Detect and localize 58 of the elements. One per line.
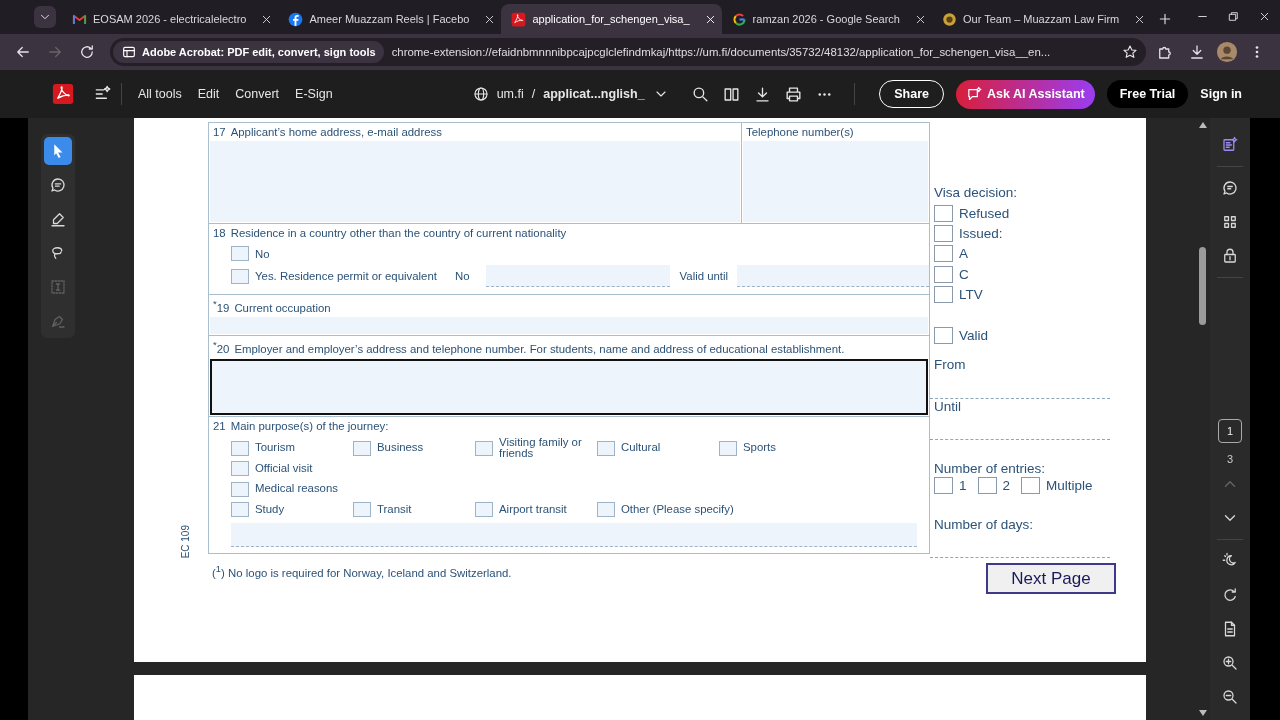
footnote: ($^{1}$) No logo is required for Norway, Iceland and Switzerland. <box>212 563 513 579</box>
menu-item[interactable]: E-Sign <box>287 82 341 106</box>
checkbox-label: Airport transit <box>499 503 567 516</box>
checkbox-label: 2 <box>1002 478 1011 494</box>
checkbox-label: 1 <box>959 478 967 494</box>
field-label: $^{*}$20 Employer and employer’s address and telephone number. For students, name and address of educational establishment. <box>212 338 846 355</box>
address-bar[interactable]: Adobe Acrobat: PDF edit, convert, sign tools chrome-extension://efaidnbmnnnibpcajpcglclefindmkaj/https://um.fi/documents/35732/48132/application_for_schengen_visa__en... <box>110 38 1146 66</box>
checkbox-label: Yes. Residence permit or equivalent <box>255 270 437 282</box>
checkbox-label: Cultural <box>621 442 661 454</box>
from-field[interactable]: From <box>930 356 1110 399</box>
checkbox-label: Business <box>377 442 424 454</box>
browser-tab[interactable]: ramzan 2026 - Google Search <box>721 4 932 34</box>
field-label: No <box>454 270 470 282</box>
next-page-button[interactable]: Next Page <box>986 563 1116 595</box>
ai-assistant-button[interactable]: Ask AI Assistant <box>956 79 1095 109</box>
checkbox-label: Transit <box>377 503 412 516</box>
browser-tab[interactable]: application_for_schengen_visa_ <box>501 4 722 34</box>
days-field[interactable]: Number of days: <box>930 517 1110 559</box>
checkbox-label: Multiple <box>1046 478 1093 494</box>
menu-item[interactable]: Edit <box>189 82 228 106</box>
field-label: Telephone number(s) <box>745 125 855 138</box>
file-name[interactable]: applicat...nglish_ <box>543 87 645 101</box>
checkbox-label: Refused <box>959 205 1010 221</box>
free-trial-button[interactable]: Free Trial <box>1106 80 1189 108</box>
checkbox-label: Valid <box>959 328 989 344</box>
domain-text: um.fi <box>496 87 524 101</box>
field-label: Number of entries: <box>934 460 1047 476</box>
field-label: 17 Applicant’s home address, e-mail address <box>212 125 443 138</box>
browser-tab[interactable]: Our Team – Muazzam Law Firm <box>932 4 1152 34</box>
checkbox-label: Study <box>255 503 285 516</box>
menu-item[interactable]: All tools <box>130 82 190 106</box>
menu-item[interactable]: Convert <box>227 82 288 106</box>
checkbox-label: A <box>959 246 968 262</box>
url-text: chrome-extension://efaidnbmnnnibpcajpcglclefindmkaj/https://um.fi/documents/35732/48132/application_for_schengen_visa__en... <box>391 46 1052 58</box>
browser-tab[interactable]: EOSAM 2026 - electricalelectro <box>62 4 279 34</box>
page-number-field[interactable]: 1 <box>1218 419 1242 443</box>
sign-in-link[interactable]: Sign in <box>1200 87 1242 101</box>
field-label: $^{*}$19 Current occupation <box>212 297 332 314</box>
checkbox-label: C <box>959 266 969 282</box>
form-code: EC 109 <box>180 524 191 558</box>
page-count: 3 <box>1226 453 1234 465</box>
checkbox-label: Other (Please specify) <box>621 503 734 516</box>
checkbox-label: No <box>255 247 270 260</box>
checkbox-label: Official visit <box>255 462 313 475</box>
checkbox-label: Medical reasons <box>255 483 338 495</box>
checkbox-label: LTV <box>959 286 983 302</box>
checkbox-label: Tourism <box>255 442 295 454</box>
field-label: Valid until <box>679 270 729 282</box>
section-heading: Visa decision: <box>934 185 1019 202</box>
field-label: 21 Main purpose(s) of the journey: <box>212 419 390 432</box>
checkbox-label: Issued: <box>959 225 1003 241</box>
browser-tab[interactable]: Ameer Muazzam Reels | Facebo <box>278 4 502 34</box>
until-field[interactable]: Until <box>930 398 1110 440</box>
field-label: 18 Residence in a country other than the country of current nationality <box>212 226 568 239</box>
path-separator: / <box>531 87 536 101</box>
site-chip[interactable]: Adobe Acrobat: PDF edit, convert, sign tools <box>113 41 384 63</box>
checkbox-label: Visiting family or friends <box>499 436 583 460</box>
checkbox-label: Sports <box>743 442 776 454</box>
